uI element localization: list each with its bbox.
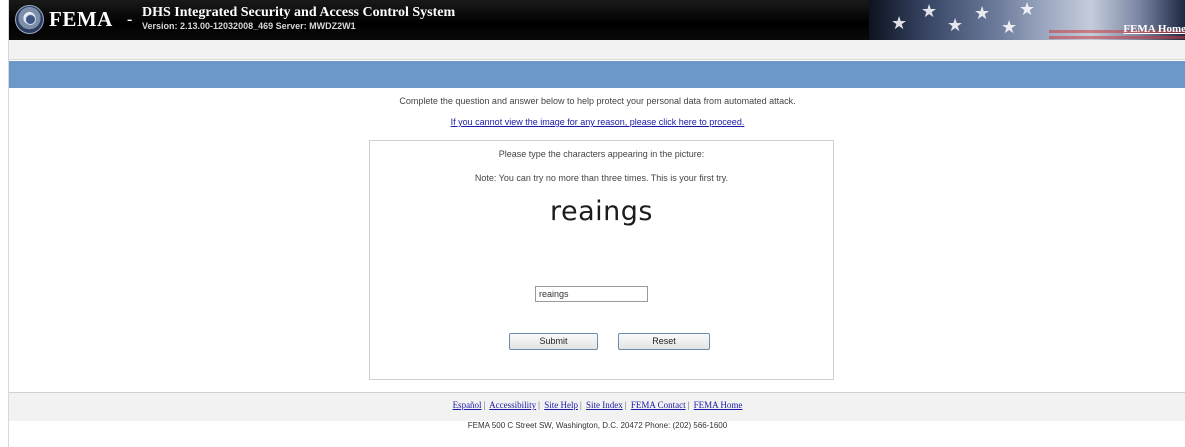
captcha-image: reaings — [370, 196, 833, 227]
proceed-link[interactable]: If you cannot view the image for any rea… — [9, 117, 1185, 127]
brand-logo: FEMA — [49, 7, 113, 31]
captcha-panel: Please type the characters appearing in … — [369, 140, 834, 380]
reset-button[interactable]: Reset — [618, 333, 710, 350]
dhs-seal-icon — [15, 5, 44, 34]
captcha-text: reaings — [550, 196, 653, 227]
captcha-answer-input[interactable] — [535, 286, 648, 302]
captcha-instruction: Please type the characters appearing in … — [498, 149, 705, 159]
footer-link-accessibility[interactable]: Accessibility — [489, 400, 536, 410]
footer-link-site-index[interactable]: Site Index — [586, 400, 623, 410]
fema-home-header-link[interactable]: FEMA Home — [1123, 23, 1185, 35]
attempts-note: Note: You can try no more than three tim… — [474, 173, 729, 183]
brand-separator: - — [127, 11, 133, 28]
footer-link-site-help[interactable]: Site Help — [544, 400, 578, 410]
sub-toolbar — [9, 40, 1185, 60]
footer-link-fema-contact[interactable]: FEMA Contact — [631, 400, 686, 410]
footer-link-fema-home[interactable]: FEMA Home — [694, 400, 743, 410]
footer-link-espanol[interactable]: Español — [453, 400, 482, 410]
system-title: DHS Integrated Security and Access Contr… — [142, 5, 456, 20]
footer-links: Español | Accessibility | Site Help | Site … — [452, 400, 743, 410]
intro-text: Complete the question and answer below t… — [399, 96, 796, 106]
header-banner: FEMA - DHS Integrated Security and Acces… — [9, 0, 1185, 40]
blue-nav-bar — [9, 61, 1185, 88]
version-info: Version: 2.13.00-12032008_469 Server: MW… — [142, 21, 356, 31]
submit-button[interactable]: Submit — [509, 333, 598, 350]
footer-address: FEMA 500 C Street SW, Washington, D.C. 2… — [467, 421, 728, 430]
page: FEMA - DHS Integrated Security and Acces… — [8, 0, 1185, 447]
